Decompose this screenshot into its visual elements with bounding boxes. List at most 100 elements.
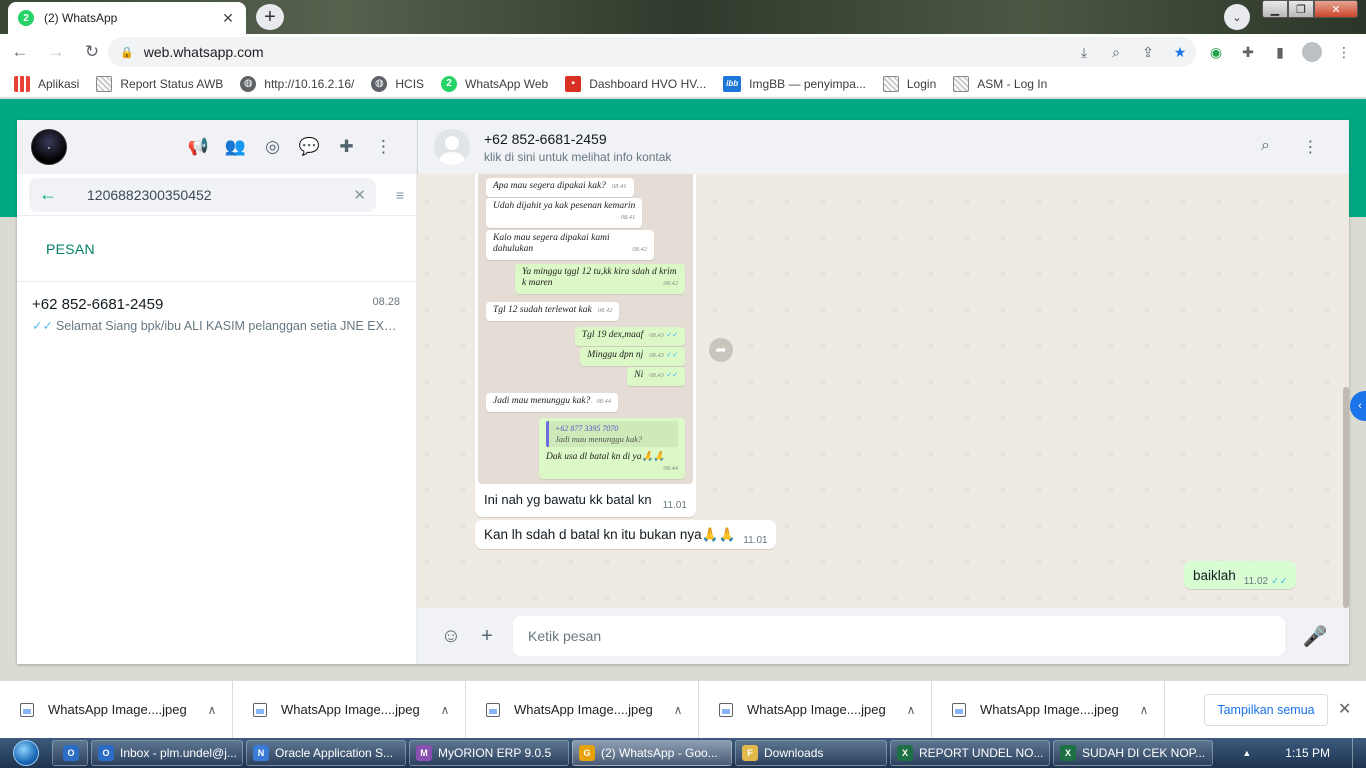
sidebar-header: ● 📢 👥 ◎ 💬 ✚ ⋮ — [17, 120, 416, 174]
taskbar-item[interactable]: X SUDAH DI CEK NOP... — [1053, 740, 1213, 766]
clear-search-icon[interactable]: ✕ — [353, 186, 366, 204]
close-tab-icon[interactable]: ✕ — [220, 10, 236, 27]
taskbar-item-active[interactable]: G (2) WhatsApp - Goo... — [572, 740, 732, 766]
image-message[interactable]: Apa mau segera dipakai kak? 08.41 Udah di… — [475, 174, 696, 517]
search-result-item[interactable]: +62 852-6681-2459 08.28 ✓✓ Selamat Siang … — [17, 282, 416, 344]
window-controls: ▁ ❐ ✕ — [1262, 0, 1358, 18]
apps-grid-icon — [14, 75, 30, 92]
download-item[interactable]: WhatsApp Image....jpeg ∧ — [932, 680, 1165, 739]
taskbar-item[interactable]: F Downloads — [735, 740, 887, 766]
minimize-button[interactable]: ▁ — [1262, 0, 1288, 18]
message-bubble-outgoing[interactable]: baiklah 11.02 ✓✓ — [1184, 561, 1296, 589]
chrome-menu-icon[interactable]: ⋮ — [1328, 37, 1360, 67]
extension-icon[interactable]: ◉ — [1200, 37, 1232, 67]
bookmark-item[interactable]: ◍ HCIS — [371, 75, 424, 92]
side-panel-toggle[interactable]: ‹ — [1350, 391, 1366, 421]
image-file-icon — [952, 702, 966, 717]
chevron-up-icon[interactable]: ∧ — [425, 703, 465, 717]
download-item[interactable]: WhatsApp Image....jpeg ∧ — [466, 680, 699, 739]
channels-icon[interactable]: 💬 — [291, 137, 328, 157]
extensions-puzzle-icon[interactable]: ✚ — [1232, 37, 1264, 67]
emoji-icon[interactable]: ☺ — [433, 625, 469, 648]
scrollbar-thumb[interactable] — [1343, 387, 1349, 608]
zoom-icon[interactable]: ⌕ — [1100, 44, 1132, 61]
clock[interactable]: 1:15 PM — [1285, 746, 1330, 760]
back-button[interactable]: ← — [4, 36, 36, 68]
start-button[interactable] — [0, 738, 52, 768]
browser-toolbar: ← → ↻ 🔒 web.whatsapp.com ⤓ ⌕ ⇪ ★ ◉ ✚ ▮ ⋮ — [0, 34, 1366, 70]
menu-icon[interactable]: ⋮ — [365, 137, 402, 157]
taskbar-item[interactable]: O Inbox - plm.undel@j... — [91, 740, 243, 766]
taskbar-item[interactable]: X REPORT UNDEL NO... — [890, 740, 1050, 766]
message-scrollbar[interactable] — [1343, 174, 1349, 608]
conversation-header[interactable]: +62 852-6681-2459 klik di sini untuk mel… — [417, 120, 1349, 174]
windows-orb-icon — [13, 740, 39, 766]
search-icon[interactable]: ⌕ — [1243, 137, 1288, 157]
taskbar-item[interactable]: N Oracle Application S... — [246, 740, 406, 766]
double-check-icon: ✓✓ — [32, 319, 53, 333]
chevron-up-icon[interactable]: ∧ — [1124, 703, 1164, 717]
megaphone-icon[interactable]: 📢 — [180, 137, 217, 157]
show-all-downloads-button[interactable]: Tampilkan semua — [1204, 694, 1328, 726]
install-app-icon[interactable]: ⤓ — [1068, 44, 1100, 61]
menu-icon[interactable]: ⋮ — [1288, 137, 1333, 157]
bookmark-item[interactable]: ASM - Log In — [953, 75, 1047, 92]
show-desktop-button[interactable] — [1352, 738, 1366, 768]
filter-icon[interactable]: ≡ — [376, 187, 404, 203]
taskbar-pinned-outlook[interactable]: O — [52, 740, 88, 766]
lock-icon[interactable]: 🔒 — [120, 46, 134, 59]
close-window-button[interactable]: ✕ — [1314, 0, 1358, 18]
new-tab-button[interactable]: + — [256, 4, 284, 30]
contact-info-hint: klik di sini untuk melihat info kontak — [484, 149, 672, 164]
forward-icon[interactable]: ➦ — [709, 338, 733, 362]
bookmark-item[interactable]: Report Status AWB — [96, 75, 223, 92]
bookmark-item[interactable]: Aplikasi — [14, 75, 79, 92]
download-item[interactable]: WhatsApp Image....jpeg ∧ — [233, 680, 466, 739]
bookmark-item[interactable]: ibb ImgBB — penyimpa... — [723, 75, 866, 92]
bookmark-item[interactable]: Login — [882, 75, 936, 92]
profile-avatar[interactable]: ● — [31, 129, 67, 165]
bookmark-star-icon[interactable]: ★ — [1164, 44, 1196, 61]
chevron-up-icon[interactable]: ∧ — [891, 703, 931, 717]
chevron-up-icon[interactable]: ∧ — [192, 703, 232, 717]
side-panel-icon[interactable]: ▮ — [1264, 37, 1296, 67]
message-bubble-incoming[interactable]: Kan lh sdah d batal kn itu bukan nya🙏🙏 11… — [475, 520, 776, 549]
system-tray: ▲ 1:15 PM — [1242, 738, 1366, 768]
bookmark-item[interactable]: ◍ http://10.16.2.16/ — [240, 75, 354, 92]
tab-whatsapp[interactable]: 2 (2) WhatsApp ✕ — [8, 2, 246, 34]
chevron-up-icon[interactable]: ∧ — [658, 703, 698, 717]
download-item[interactable]: WhatsApp Image....jpeg ∧ — [0, 680, 233, 739]
back-arrow-icon[interactable]: ← — [39, 184, 71, 205]
close-downloads-icon[interactable]: ✕ — [1338, 699, 1351, 719]
page-icon — [96, 75, 113, 92]
tray-expand-icon[interactable]: ▲ — [1242, 748, 1251, 758]
bookmarks-bar: Aplikasi Report Status AWB ◍ http://10.16… — [0, 70, 1366, 98]
new-chat-icon[interactable]: ✚ — [328, 137, 365, 157]
screenshot-bubble: Tgl 19 dex,maaf 08.43 ✓✓ — [574, 327, 685, 346]
result-preview: ✓✓ Selamat Siang bpk/ibu ALI KASIM pelang… — [32, 319, 400, 333]
reload-button[interactable]: ↻ — [76, 36, 108, 68]
tab-search-button[interactable]: ⌄ — [1224, 4, 1250, 30]
bookmark-item[interactable]: ▪ Dashboard HVO HV... — [565, 75, 706, 92]
screenshot-bubble: Tgl 12 sudah terlewat kak 08.42 — [486, 302, 620, 321]
contact-avatar[interactable] — [434, 129, 470, 165]
profile-avatar-icon[interactable] — [1302, 42, 1322, 62]
windows-taskbar: O O Inbox - plm.undel@j... N Oracle Applic… — [0, 738, 1366, 768]
forward-button[interactable]: → — [40, 36, 72, 68]
search-query[interactable]: 1206882300350452 — [71, 187, 353, 203]
communities-icon[interactable]: 👥 — [217, 137, 254, 157]
image-attachment[interactable]: Apa mau segera dipakai kak? 08.41 Udah di… — [478, 174, 693, 484]
status-icon[interactable]: ◎ — [254, 137, 291, 157]
whatsapp-tab-icon: 2 — [18, 10, 34, 26]
search-input[interactable]: ← 1206882300350452 ✕ — [29, 177, 376, 212]
address-bar[interactable]: 🔒 web.whatsapp.com ⤓ ⌕ ⇪ ★ — [108, 37, 1196, 67]
microphone-icon[interactable]: 🎤 — [1297, 624, 1333, 649]
message-input[interactable]: Ketik pesan — [513, 616, 1285, 656]
taskbar-item[interactable]: M MyORION ERP 9.0.5 — [409, 740, 569, 766]
download-item[interactable]: WhatsApp Image....jpeg ∧ — [699, 680, 932, 739]
maximize-button[interactable]: ❐ — [1288, 0, 1314, 18]
share-icon[interactable]: ⇪ — [1132, 44, 1164, 61]
bookmark-item[interactable]: 2 WhatsApp Web — [441, 75, 548, 92]
attach-plus-icon[interactable]: + — [469, 625, 505, 648]
screenshot-reply-bubble: +62 877 3395 7070 Jadi mau menunggu kak?… — [539, 418, 685, 479]
